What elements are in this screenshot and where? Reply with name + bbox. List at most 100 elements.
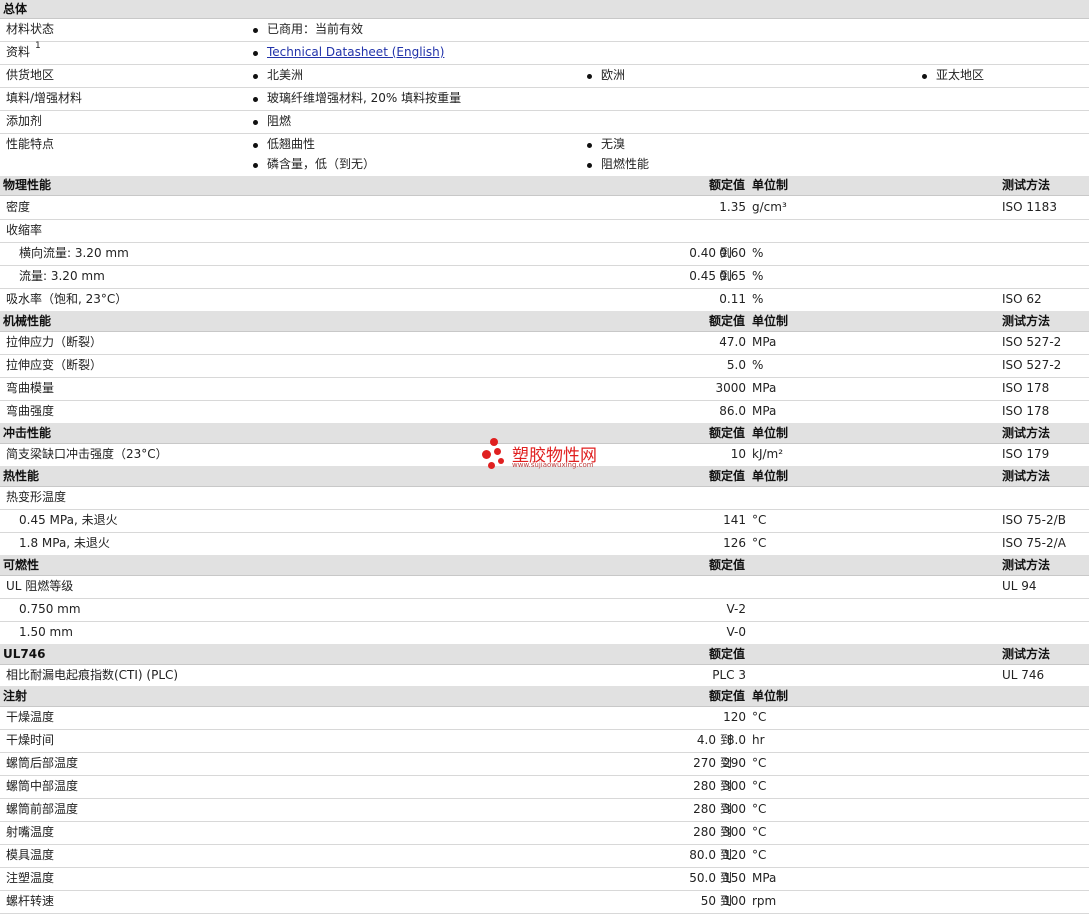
property-label: 1.50 mm: [19, 625, 73, 639]
section-title: 可燃性: [3, 558, 40, 572]
property-label: 拉伸应力（断裂）: [6, 335, 103, 349]
section-header-flammability: 可燃性 额定值 测试方法: [0, 555, 1089, 576]
section-title: 注射: [3, 689, 28, 703]
table-row: 0.750 mm V-2: [0, 598, 1089, 622]
property-unit: hr: [752, 733, 765, 747]
property-label: 资料: [6, 45, 31, 59]
table-row: 材料状态 已商用：当前有效: [0, 18, 1089, 42]
property-label: 收缩率: [6, 223, 43, 237]
test-method: ISO 527-2: [1002, 335, 1062, 349]
table-row: 资料 1 Technical Datasheet (English): [0, 41, 1089, 65]
header-nominal: 额定值: [708, 426, 745, 440]
range-high: 0.60: [719, 246, 746, 260]
range-high: 300: [723, 802, 746, 816]
property-label: 螺筒前部温度: [6, 802, 79, 816]
property-value: V-2: [726, 602, 746, 616]
property-value: 0.11: [719, 292, 746, 306]
property-label: 密度: [6, 200, 31, 214]
range-low: 4.0: [696, 733, 716, 747]
range-high: 120: [723, 848, 746, 862]
table-row: 模具温度 80.0 到 120 °C: [0, 844, 1089, 868]
section-header-injection: 注射 额定值 单位制: [0, 686, 1089, 707]
table-row: 干燥温度 120 °C: [0, 706, 1089, 730]
property-label: 0.750 mm: [19, 602, 81, 616]
header-method: 测试方法: [1002, 426, 1051, 440]
property-value: 3000: [715, 381, 746, 395]
property-label: 1.8 MPa, 未退火: [19, 536, 110, 550]
header-method: 测试方法: [1002, 178, 1051, 192]
property-unit: MPa: [752, 335, 777, 349]
property-unit: %: [752, 269, 764, 283]
property-value: 5.0: [726, 358, 746, 372]
property-label: 填料/增强材料: [6, 91, 83, 105]
table-row: 简支梁缺口冲击强度（23°C） 10 kJ/m² ISO 179: [0, 443, 1089, 467]
header-nominal: 额定值: [708, 558, 745, 572]
range-low: 0.40: [689, 246, 716, 260]
table-row: 拉伸应力（断裂） 47.0 MPa ISO 527-2: [0, 331, 1089, 355]
property-label: 热变形温度: [6, 490, 67, 504]
header-unit: 单位制: [752, 689, 789, 703]
range-low: 280: [693, 779, 716, 793]
status-value: 已商用：当前有效: [253, 18, 363, 41]
property-unit: °C: [752, 536, 767, 550]
property-label: 弯曲强度: [6, 404, 55, 418]
table-row: 流量: 3.20 mm 0.45 到 0.65%: [0, 265, 1089, 289]
table-row: 收缩率: [0, 219, 1089, 243]
header-method: 测试方法: [1002, 558, 1051, 572]
footnote-marker: 1: [35, 41, 41, 51]
property-unit: °C: [752, 779, 767, 793]
test-method: UL 94: [1002, 579, 1037, 593]
property-label: 干燥时间: [6, 733, 55, 747]
section-title: 机械性能: [3, 314, 52, 328]
table-row: 吸水率（饱和, 23°C） 0.11% ISO 62: [0, 288, 1089, 312]
property-label: UL 阻燃等级: [6, 579, 74, 593]
property-label: 横向流量: 3.20 mm: [19, 246, 129, 260]
additive-value: 阻燃: [253, 110, 291, 133]
range-low: 50: [700, 894, 716, 908]
property-value: 141: [723, 513, 746, 527]
test-method: UL 746: [1002, 668, 1045, 682]
table-row: 注塑温度 50.0 到 150 MPa: [0, 867, 1089, 891]
feature-item: 无溴: [587, 134, 625, 155]
range-high: 0.65: [719, 269, 746, 283]
table-row: 干燥时间 4.0 到 8.0 hr: [0, 729, 1089, 753]
property-label: 螺杆转速: [6, 894, 55, 908]
range-low: 50.0: [689, 871, 716, 885]
property-label: 注塑温度: [6, 871, 55, 885]
property-label: 吸水率（饱和, 23°C）: [6, 292, 128, 306]
test-method: ISO 75-2/B: [1002, 513, 1066, 527]
header-nominal: 额定值: [708, 647, 745, 661]
range-high: 300: [723, 779, 746, 793]
property-unit: rpm: [752, 894, 777, 908]
property-label: 添加剂: [6, 114, 43, 128]
technical-datasheet-link[interactable]: Technical Datasheet (English): [267, 45, 444, 59]
region-item: 北美洲: [253, 64, 303, 87]
range-low: 0.45: [689, 269, 716, 283]
property-label: 模具温度: [6, 848, 55, 862]
section-title: 总体: [3, 2, 28, 16]
section-header-impact: 冲击性能 额定值 单位制 测试方法: [0, 423, 1089, 444]
feature-item: 阻燃性能: [587, 154, 649, 175]
test-method: ISO 1183: [1002, 200, 1057, 214]
range-high: 300: [723, 825, 746, 839]
property-value: 47.0: [719, 335, 746, 349]
property-label: 供货地区: [6, 68, 55, 82]
section-title: 冲击性能: [3, 426, 52, 440]
section-title: 热性能: [3, 469, 40, 483]
header-nominal: 额定值: [708, 314, 745, 328]
property-unit: MPa: [752, 404, 777, 418]
property-label: 螺筒后部温度: [6, 756, 79, 770]
datasheet-link-cell: Technical Datasheet (English): [253, 41, 444, 64]
property-unit: °C: [752, 513, 767, 527]
property-label: 流量: 3.20 mm: [19, 269, 105, 283]
range-low: 280: [693, 802, 716, 816]
table-row: 射嘴温度 280 到 300 °C: [0, 821, 1089, 845]
property-label: 性能特点: [6, 137, 55, 151]
table-row: UL 阻燃等级 UL 94: [0, 575, 1089, 599]
property-label: 干燥温度: [6, 710, 55, 724]
property-unit: %: [752, 246, 764, 260]
table-row: 螺杆转速 50 到 100 rpm: [0, 890, 1089, 914]
table-row: 1.50 mm V-0: [0, 621, 1089, 645]
table-row: 添加剂 阻燃: [0, 110, 1089, 134]
table-row: 密度 1.35 g/cm³ ISO 1183: [0, 195, 1089, 220]
